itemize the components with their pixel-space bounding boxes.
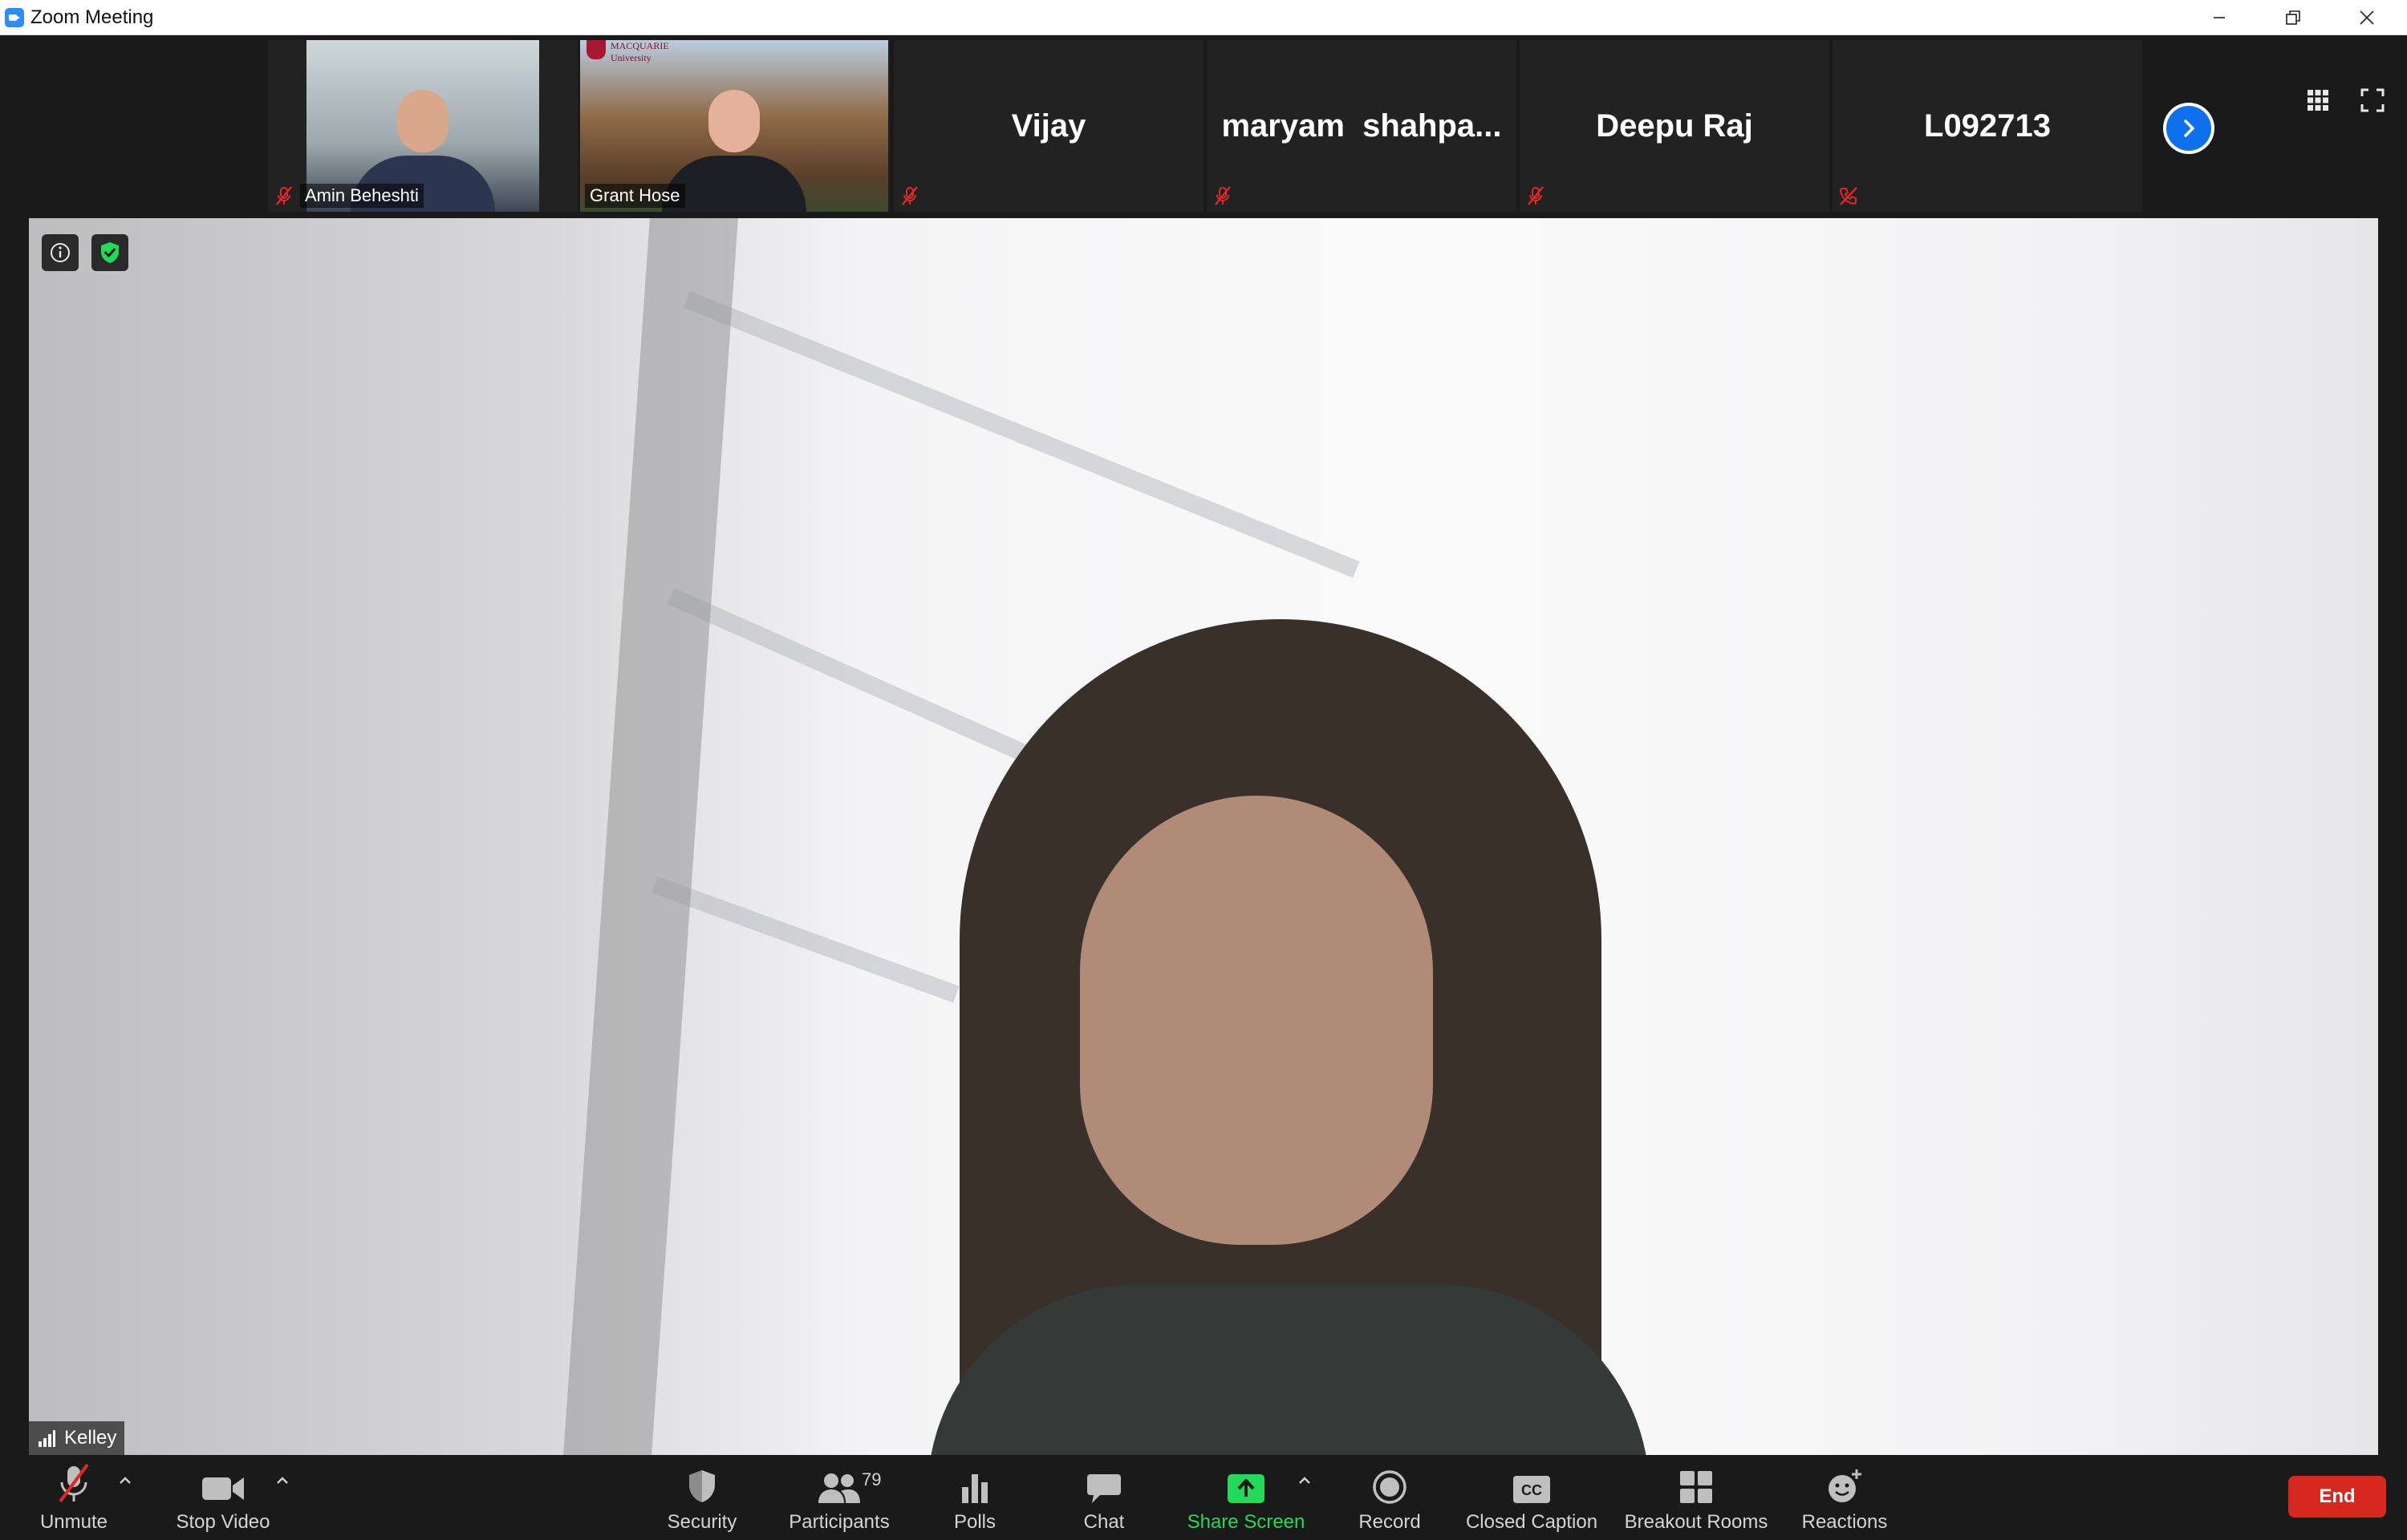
record-label: Record <box>1358 1511 1421 1533</box>
breakout-rooms-label: Breakout Rooms <box>1624 1511 1768 1533</box>
security-button[interactable]: Security <box>650 1455 754 1540</box>
meeting-toolbar: Unmute Stop Video Security 79 Participan… <box>0 1455 2407 1540</box>
gallery-view-icon[interactable] <box>2304 87 2332 114</box>
closed-caption-icon: CC <box>1513 1476 1550 1503</box>
wall-edge <box>563 218 738 1455</box>
chevron-right-icon <box>2184 120 2194 137</box>
shield-check-icon <box>101 242 119 263</box>
chat-bubble-icon <box>1087 1474 1121 1503</box>
participant-tile[interactable]: Deepu Raj <box>1520 40 1829 212</box>
meeting-info-button[interactable] <box>42 234 79 271</box>
encryption-badge[interactable] <box>91 234 128 271</box>
signal-strength-icon <box>39 1430 55 1447</box>
shield-icon <box>689 1470 715 1502</box>
polls-button[interactable]: Polls <box>939 1455 1011 1540</box>
university-logo-text: MACQUARIE University <box>611 40 669 63</box>
bar-chart-icon <box>962 1474 988 1503</box>
participant-tile[interactable]: MACQUARIE University Grant Hose <box>580 40 890 212</box>
muted-mic-icon <box>1215 186 1231 205</box>
unmute-label: Unmute <box>39 1511 108 1533</box>
record-button[interactable]: Record <box>1342 1455 1438 1540</box>
share-options-caret-icon[interactable] <box>1295 1471 1314 1490</box>
info-icon <box>51 243 70 262</box>
audio-options-caret-icon[interactable] <box>116 1471 135 1490</box>
muted-mic-icon <box>1528 186 1544 205</box>
participant-name: maryam shahpa... <box>1221 107 1502 144</box>
participant-name: Amin Beheshti <box>300 184 424 208</box>
share-screen-button[interactable]: Share Screen <box>1179 1455 1313 1540</box>
tile-footer <box>1520 183 1547 209</box>
record-icon <box>1373 1470 1406 1504</box>
reactions-button[interactable]: Reactions <box>1792 1455 1897 1540</box>
closed-caption-button[interactable]: CC Closed Caption <box>1459 1455 1605 1540</box>
next-page-button[interactable] <box>2163 103 2214 154</box>
participant-tile[interactable]: Vijay <box>894 40 1204 212</box>
polls-label: Polls <box>953 1511 996 1533</box>
chat-button[interactable]: Chat <box>1064 1455 1144 1540</box>
active-speaker-label: Kelley <box>29 1421 125 1455</box>
muted-mic-icon <box>276 186 292 205</box>
participant-tile[interactable]: L092713 <box>1833 40 2142 212</box>
participant-name: Vijay <box>1011 107 1086 144</box>
chat-label: Chat <box>1083 1511 1125 1533</box>
tile-footer <box>1833 183 1860 209</box>
tile-footer <box>894 183 921 209</box>
participants-icon <box>818 1473 860 1503</box>
share-screen-icon <box>1228 1474 1264 1503</box>
security-label: Security <box>667 1511 737 1533</box>
participant-name: Grant Hose <box>585 184 685 208</box>
restore-button[interactable] <box>2256 0 2330 35</box>
share-screen-label: Share Screen <box>1187 1511 1305 1533</box>
speaker-person <box>927 619 1650 1455</box>
stop-video-button[interactable]: Stop Video <box>159 1455 287 1540</box>
participant-count-badge: 79 <box>862 1469 882 1489</box>
zoom-app-icon <box>5 8 24 27</box>
participants-button[interactable]: 79 Participants <box>775 1455 903 1540</box>
tile-footer <box>1207 183 1234 209</box>
reactions-label: Reactions <box>1801 1511 1888 1533</box>
end-meeting-button[interactable]: End <box>2288 1476 2386 1518</box>
muted-phone-icon <box>1839 187 1857 205</box>
participant-name: Deepu Raj <box>1596 107 1753 144</box>
window-blind <box>683 290 1360 578</box>
fullscreen-icon[interactable] <box>2359 87 2386 114</box>
breakout-rooms-icon <box>1680 1471 1712 1503</box>
minimize-icon <box>2214 17 2225 18</box>
tile-footer: Amin Beheshti <box>268 183 424 209</box>
participant-name: L092713 <box>1924 107 2051 144</box>
breakout-rooms-button[interactable]: Breakout Rooms <box>1618 1455 1775 1540</box>
tile-footer: Grant Hose <box>580 183 685 209</box>
close-icon <box>2360 10 2374 25</box>
stop-video-label: Stop Video <box>176 1511 270 1533</box>
window-blind <box>651 876 960 1003</box>
svg-text:CC: CC <box>1521 1482 1542 1498</box>
university-logo: MACQUARIE University <box>587 40 669 63</box>
restore-icon <box>2286 10 2300 25</box>
muted-mic-icon <box>59 1463 89 1503</box>
title-bar: Zoom Meeting <box>0 0 2407 35</box>
video-options-caret-icon[interactable] <box>273 1471 292 1490</box>
closed-caption-label: Closed Caption <box>1465 1511 1598 1533</box>
smiley-plus-icon <box>1829 1469 1861 1502</box>
active-speaker-video[interactable]: Kelley <box>29 218 2378 1455</box>
participant-strip: Amin Beheshti MACQUARIE University Grant… <box>0 35 2407 218</box>
minimize-button[interactable] <box>2182 0 2256 35</box>
unmute-button[interactable]: Unmute <box>16 1455 132 1540</box>
window-title: Zoom Meeting <box>30 6 154 28</box>
participant-tile[interactable]: Amin Beheshti <box>268 40 578 212</box>
muted-mic-icon <box>902 186 918 205</box>
participant-tile[interactable]: maryam shahpa... <box>1207 40 1516 212</box>
video-camera-icon <box>202 1477 244 1500</box>
participants-label: Participants <box>789 1511 890 1533</box>
close-button[interactable] <box>2330 0 2404 35</box>
active-speaker-name: Kelley <box>64 1427 117 1449</box>
